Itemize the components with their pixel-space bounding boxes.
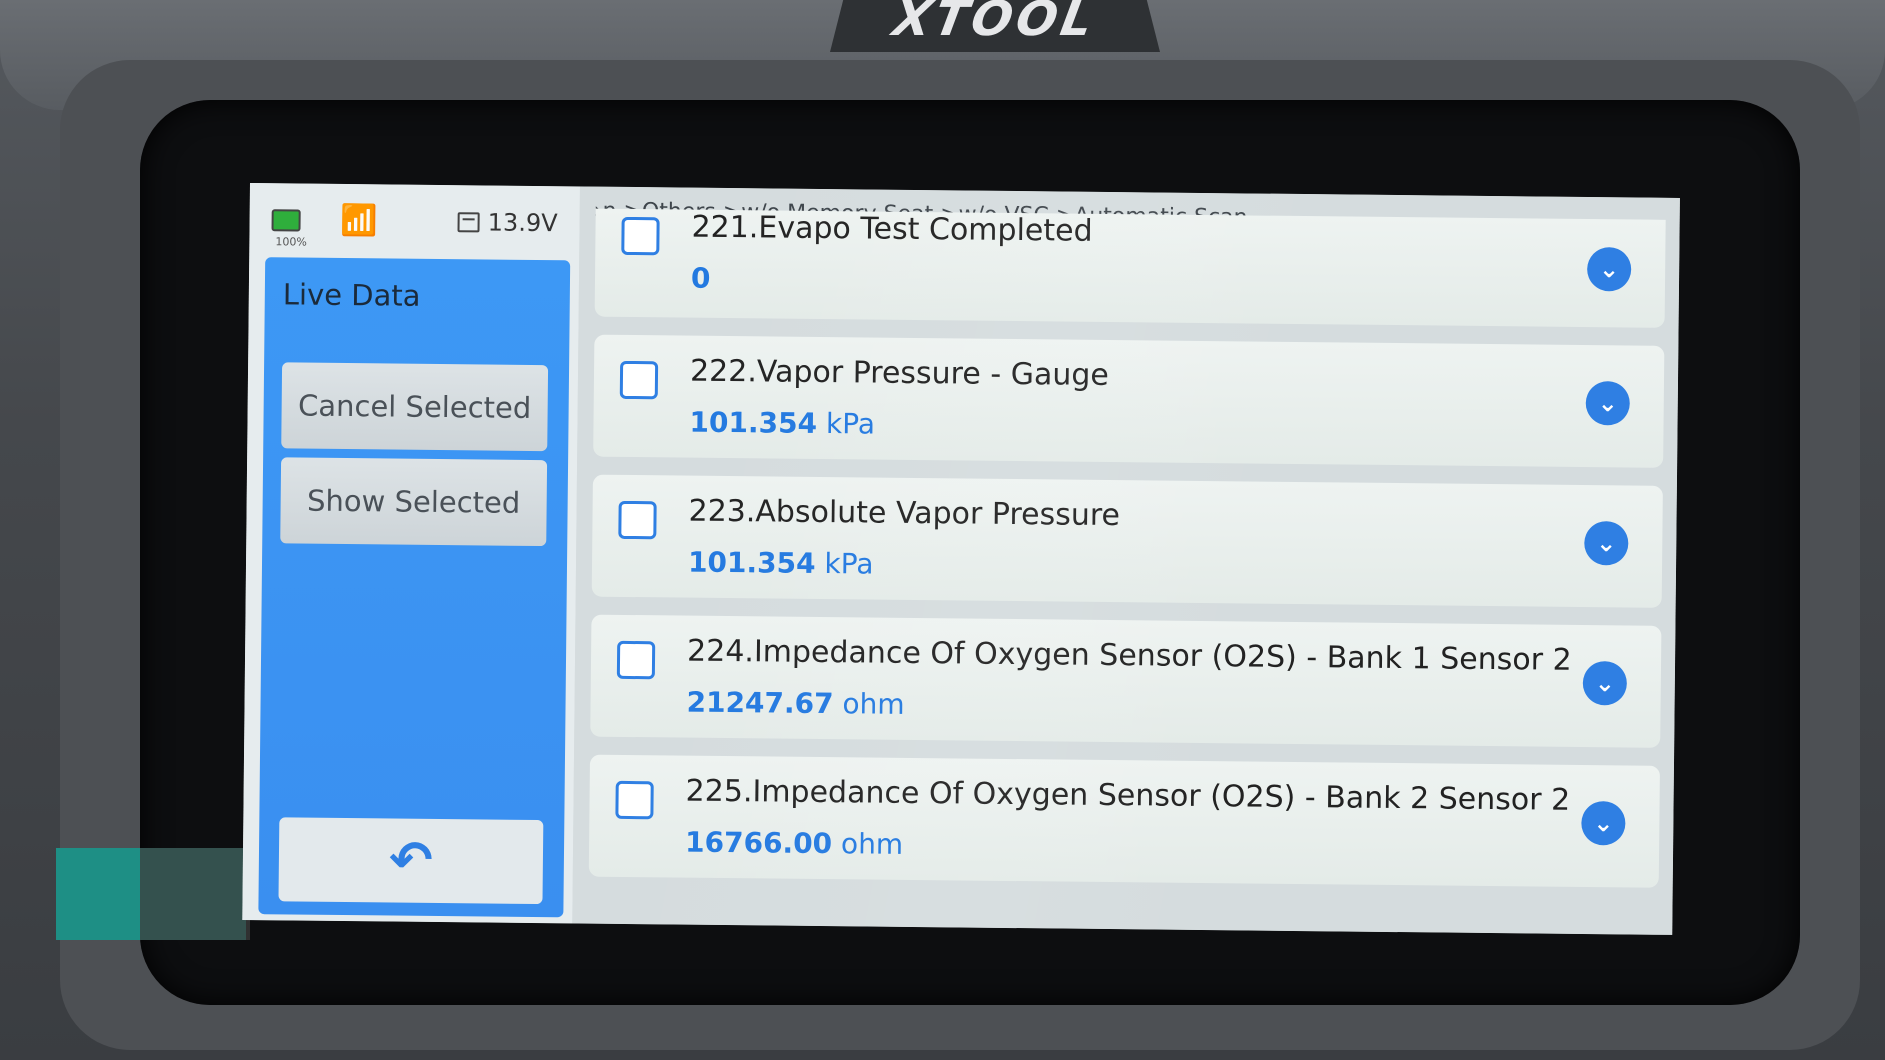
chevron-down-icon[interactable]: ⌄ bbox=[1585, 381, 1630, 426]
voltage-indicator: 13.9V bbox=[457, 208, 558, 238]
list-item[interactable]: 221.Evapo Test Completed 0 ⌄ bbox=[594, 208, 1666, 328]
list-item[interactable]: 225.Impedance Of Oxygen Sensor (O2S) - B… bbox=[588, 754, 1660, 888]
main-content: ›n >Others >w/o Memory Seat >w/o VSC >Au… bbox=[572, 186, 1680, 935]
scan-tool-device: XTOOL 100% 📶 13.9V Live Data Cancel Sele… bbox=[0, 0, 1885, 1060]
row-value-number: 101.354 bbox=[689, 405, 818, 440]
row-value-unit: kPa bbox=[825, 407, 876, 441]
brand-logo: XTOOL bbox=[889, 0, 1101, 47]
chevron-down-icon[interactable]: ⌄ bbox=[1581, 800, 1626, 846]
row-value-number: 16766.00 bbox=[684, 825, 833, 861]
row-value-number: 21247.67 bbox=[686, 685, 834, 721]
back-arrow-icon: ↶ bbox=[388, 830, 434, 891]
list-item[interactable]: 224.Impedance Of Oxygen Sensor (O2S) - B… bbox=[590, 614, 1662, 748]
row-checkbox[interactable] bbox=[616, 640, 656, 680]
live-data-list[interactable]: 221.Evapo Test Completed 0 ⌄ 222.Vapor P… bbox=[588, 208, 1666, 906]
battery-icon: 100% bbox=[271, 209, 307, 249]
wifi-icon: 📶 bbox=[340, 202, 378, 239]
row-checkbox[interactable] bbox=[618, 500, 657, 540]
row-checkbox[interactable] bbox=[619, 360, 659, 400]
status-bar: 100% 📶 13.9V bbox=[249, 183, 580, 260]
row-name: 224.Impedance Of Oxygen Sensor (O2S) - B… bbox=[686, 633, 1572, 678]
chevron-down-icon[interactable]: ⌄ bbox=[1582, 660, 1628, 706]
row-value-unit: ohm bbox=[842, 687, 905, 721]
row-name: 225.Impedance Of Oxygen Sensor (O2S) - B… bbox=[685, 773, 1571, 818]
row-value: 0 bbox=[691, 262, 711, 295]
voltage-value: 13.9V bbox=[487, 208, 558, 238]
back-button[interactable]: ↶ bbox=[278, 817, 544, 905]
row-value: 21247.67 ohm bbox=[686, 686, 904, 721]
row-value-unit: ohm bbox=[840, 827, 904, 861]
chevron-down-icon[interactable]: ⌄ bbox=[1586, 247, 1632, 292]
chevron-down-icon[interactable]: ⌄ bbox=[1584, 520, 1629, 566]
sidebar: 100% 📶 13.9V Live Data Cancel Selected S… bbox=[242, 183, 580, 924]
row-value-unit: kPa bbox=[824, 547, 874, 581]
row-name: 221.Evapo Test Completed bbox=[691, 209, 1093, 249]
row-name: 222.Vapor Pressure - Gauge bbox=[689, 353, 1110, 394]
live-data-panel: Live Data Cancel Selected Show Selected … bbox=[258, 257, 571, 918]
row-name: 223.Absolute Vapor Pressure bbox=[688, 493, 1121, 534]
brand-plate: XTOOL bbox=[830, 0, 1160, 52]
clear-tape bbox=[140, 848, 250, 940]
screen: 100% 📶 13.9V Live Data Cancel Selected S… bbox=[242, 183, 1680, 935]
panel-title: Live Data bbox=[282, 277, 421, 313]
row-checkbox[interactable] bbox=[621, 216, 660, 256]
row-value: 101.354 kPa bbox=[688, 546, 874, 581]
row-value-number: 0 bbox=[690, 261, 711, 295]
list-item[interactable]: 223.Absolute Vapor Pressure 101.354 kPa … bbox=[591, 474, 1663, 608]
cancel-selected-button[interactable]: Cancel Selected bbox=[281, 362, 549, 452]
row-value-number: 101.354 bbox=[687, 545, 816, 580]
battery-percent: 100% bbox=[275, 235, 307, 249]
row-checkbox[interactable] bbox=[615, 780, 654, 820]
row-value: 16766.00 ohm bbox=[685, 826, 903, 861]
row-value: 101.354 kPa bbox=[689, 406, 875, 441]
show-selected-button[interactable]: Show Selected bbox=[280, 457, 548, 547]
list-item[interactable]: 222.Vapor Pressure - Gauge 101.354 kPa ⌄ bbox=[593, 334, 1665, 468]
calendar-icon bbox=[457, 212, 480, 233]
